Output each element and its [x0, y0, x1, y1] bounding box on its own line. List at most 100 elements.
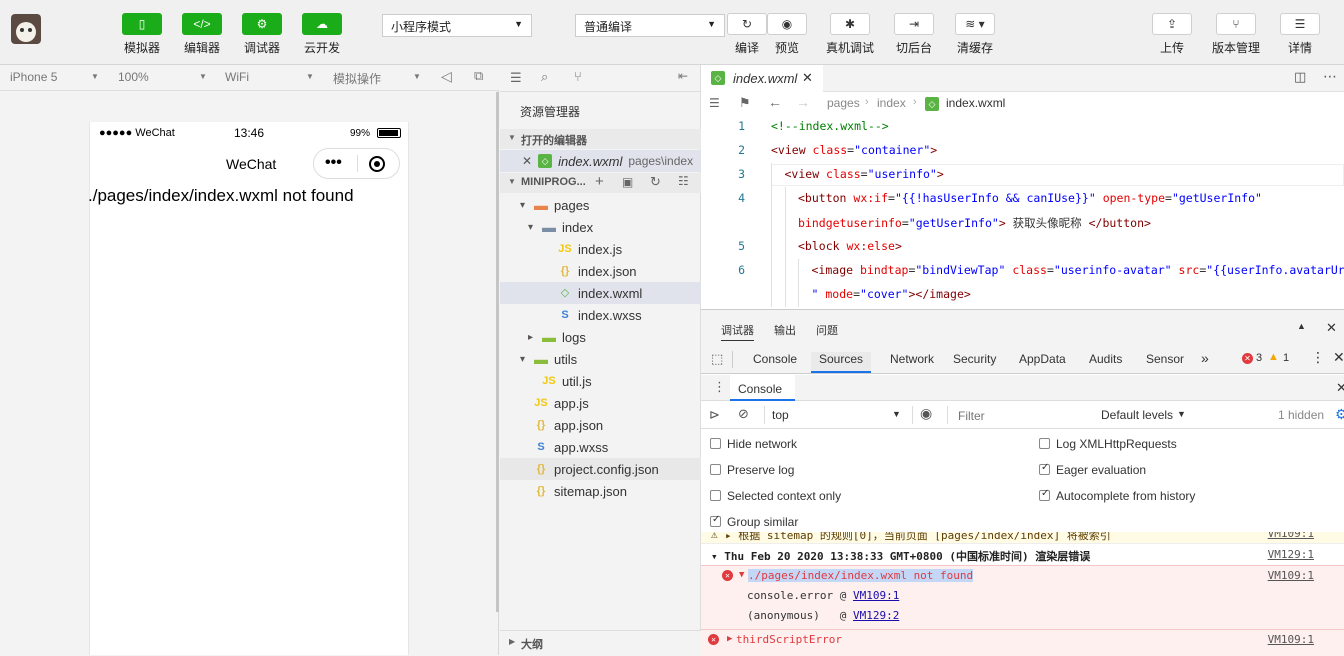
forward-arrow-icon[interactable]: →	[796, 94, 810, 110]
eye-toolbar-button[interactable]: ◉预览	[757, 13, 817, 56]
tree-item[interactable]: JSutil.js	[500, 370, 701, 392]
close-icon[interactable]: ✕	[802, 70, 813, 86]
log-group-row[interactable]: ▾ Thu Feb 20 2020 13:38:33 GMT+0800 (中国标…	[701, 543, 1344, 565]
log-source-link[interactable]: VM109:1	[1268, 633, 1314, 646]
new-file-icon[interactable]: +	[595, 173, 604, 190]
phone-toolbar-button[interactable]: ▯模拟器	[112, 13, 172, 56]
tree-item[interactable]: {}project.config.json	[500, 458, 701, 480]
breadcrumb-item[interactable]: index	[877, 96, 906, 110]
more-icon[interactable]: ⋯	[1323, 68, 1337, 85]
stack-source-link[interactable]: VM129:2	[853, 609, 899, 622]
avatar[interactable]	[11, 14, 41, 44]
editor-tab[interactable]: ◇ index.wxml ✕	[701, 65, 823, 92]
search-icon[interactable]: ⌕	[541, 69, 548, 85]
levels-select[interactable]: Default levels	[1101, 408, 1173, 422]
log-source-link[interactable]: VM109:1	[1268, 532, 1314, 540]
warning-count[interactable]: 1	[1283, 352, 1289, 364]
tree-item[interactable]: ▾▬index	[500, 216, 701, 238]
cloud-toolbar-button[interactable]: ☁云开发	[292, 13, 352, 56]
tree-item[interactable]: Sindex.wxss	[500, 304, 701, 326]
branch-toolbar-button[interactable]: ⑂版本管理	[1206, 13, 1266, 56]
checkbox[interactable]	[1039, 464, 1050, 475]
expand-arrow-icon[interactable]: ▼	[739, 570, 744, 580]
breadcrumb-item[interactable]: pages	[827, 96, 860, 110]
collapse-all-icon[interactable]: ☷	[678, 174, 689, 188]
expand-arrow-icon[interactable]: ▶	[727, 634, 732, 644]
checkbox-label[interactable]: Hide network	[727, 437, 797, 451]
tree-item[interactable]: JSindex.js	[500, 238, 701, 260]
sidebar-toggle-icon[interactable]: ⊳	[709, 407, 720, 423]
open-editor-item[interactable]: ✕ ◇ index.wxml pages\index	[500, 150, 701, 172]
tab-appdata[interactable]: AppData	[1019, 352, 1066, 366]
checkbox[interactable]	[1039, 438, 1050, 449]
mode-select[interactable]: 小程序模式▼	[382, 14, 532, 37]
stack-source-link[interactable]: VM109:1	[853, 589, 899, 602]
filter-input[interactable]	[954, 406, 1094, 425]
capsule-menu[interactable]: •••	[313, 148, 400, 179]
checkbox[interactable]	[710, 516, 721, 527]
log-source-link[interactable]: VM109:1	[1268, 569, 1314, 582]
source-control-icon[interactable]: ⑂	[574, 69, 582, 84]
back-arrow-icon[interactable]: ←	[768, 94, 782, 110]
upload-toolbar-button[interactable]: ⇪上传	[1142, 13, 1202, 56]
kebab-menu-icon[interactable]: ⋮	[1311, 349, 1325, 366]
clear-console-icon[interactable]: ⊘	[738, 406, 749, 422]
tab-output[interactable]: 输出	[774, 322, 796, 338]
outline-header[interactable]: ▶ 大纲	[500, 630, 701, 655]
checkbox-label[interactable]: Group similar	[727, 515, 798, 529]
split-editor-icon[interactable]: ◫	[1294, 69, 1306, 85]
tree-item[interactable]: ▸▬logs	[500, 326, 701, 348]
refresh-icon[interactable]: ↻	[650, 174, 661, 190]
close-icon[interactable]: ✕	[1333, 349, 1344, 366]
checkbox-label[interactable]: Selected context only	[727, 489, 841, 503]
bug-toolbar-button[interactable]: ✱真机调试	[820, 13, 880, 56]
checkbox[interactable]	[1039, 490, 1050, 501]
list-icon[interactable]: ☰	[709, 96, 720, 110]
menu-toolbar-button[interactable]: ☰详情	[1270, 13, 1330, 56]
tree-item[interactable]: {}sitemap.json	[500, 480, 701, 502]
tab-audits[interactable]: Audits	[1089, 352, 1122, 366]
checkbox-label[interactable]: Eager evaluation	[1056, 463, 1146, 477]
popout-icon[interactable]: ⧉	[474, 68, 483, 84]
switch-toolbar-button[interactable]: ⇥切后台	[884, 13, 944, 56]
layers-toolbar-button[interactable]: ≋ ▾清缓存	[945, 13, 1005, 56]
code-area[interactable]: 1<!--index.wxml-->2<view class="containe…	[701, 115, 1344, 309]
tree-item[interactable]: {}app.json	[500, 414, 701, 436]
close-icon[interactable]: ✕	[1336, 380, 1344, 396]
network-select[interactable]: WiFi	[225, 70, 249, 84]
tab-problems[interactable]: 问题	[816, 322, 838, 338]
tree-item[interactable]: {}index.json	[500, 260, 701, 282]
close-icon[interactable]: ✕	[1326, 320, 1337, 336]
close-icon[interactable]: ✕	[522, 154, 532, 168]
debug-toolbar-button[interactable]: ⚙调试器	[232, 13, 292, 56]
checkbox-label[interactable]: Log XMLHttpRequests	[1056, 437, 1177, 451]
checkbox[interactable]	[710, 438, 721, 449]
open-editors-header[interactable]: ▼ 打开的编辑器	[500, 129, 701, 149]
chevron-up-icon[interactable]: ▲	[1297, 321, 1306, 331]
tree-item[interactable]: JSapp.js	[500, 392, 701, 414]
checkbox-label[interactable]: Autocomplete from history	[1056, 489, 1195, 503]
context-select[interactable]: top	[772, 408, 789, 422]
kebab-menu-icon[interactable]: ⋮	[713, 379, 726, 395]
project-header[interactable]: ▼ MINIPROG... + ▣ ↻ ☷	[500, 173, 701, 193]
breadcrumb-item[interactable]: index.wxml	[946, 96, 1005, 110]
new-folder-icon[interactable]: ▣	[622, 175, 633, 189]
tab-network[interactable]: Network	[890, 352, 934, 366]
tree-item[interactable]: ▾▬pages	[500, 194, 701, 216]
close-circle-icon[interactable]	[369, 156, 385, 172]
bookmark-icon[interactable]: ⚑	[739, 95, 751, 111]
more-dots-icon[interactable]: •••	[325, 154, 342, 172]
volume-icon[interactable]: ◁	[441, 68, 452, 85]
collapse-panel-icon[interactable]: ⇤	[678, 69, 688, 83]
tab-debugger[interactable]: 调试器	[721, 322, 754, 341]
tree-item[interactable]: Sapp.wxss	[500, 436, 701, 458]
files-icon[interactable]: ☰	[510, 70, 522, 86]
checkbox[interactable]	[710, 464, 721, 475]
error-count[interactable]: 3	[1256, 352, 1262, 364]
compile-select[interactable]: 普通编译▼	[575, 14, 725, 37]
eye-icon[interactable]: ◉	[920, 405, 932, 422]
code-toolbar-button[interactable]: </>编辑器	[172, 13, 232, 56]
log-source-link[interactable]: VM129:1	[1268, 548, 1314, 561]
tab-sensor[interactable]: Sensor	[1146, 352, 1184, 366]
more-tabs-icon[interactable]: »	[1201, 350, 1209, 366]
